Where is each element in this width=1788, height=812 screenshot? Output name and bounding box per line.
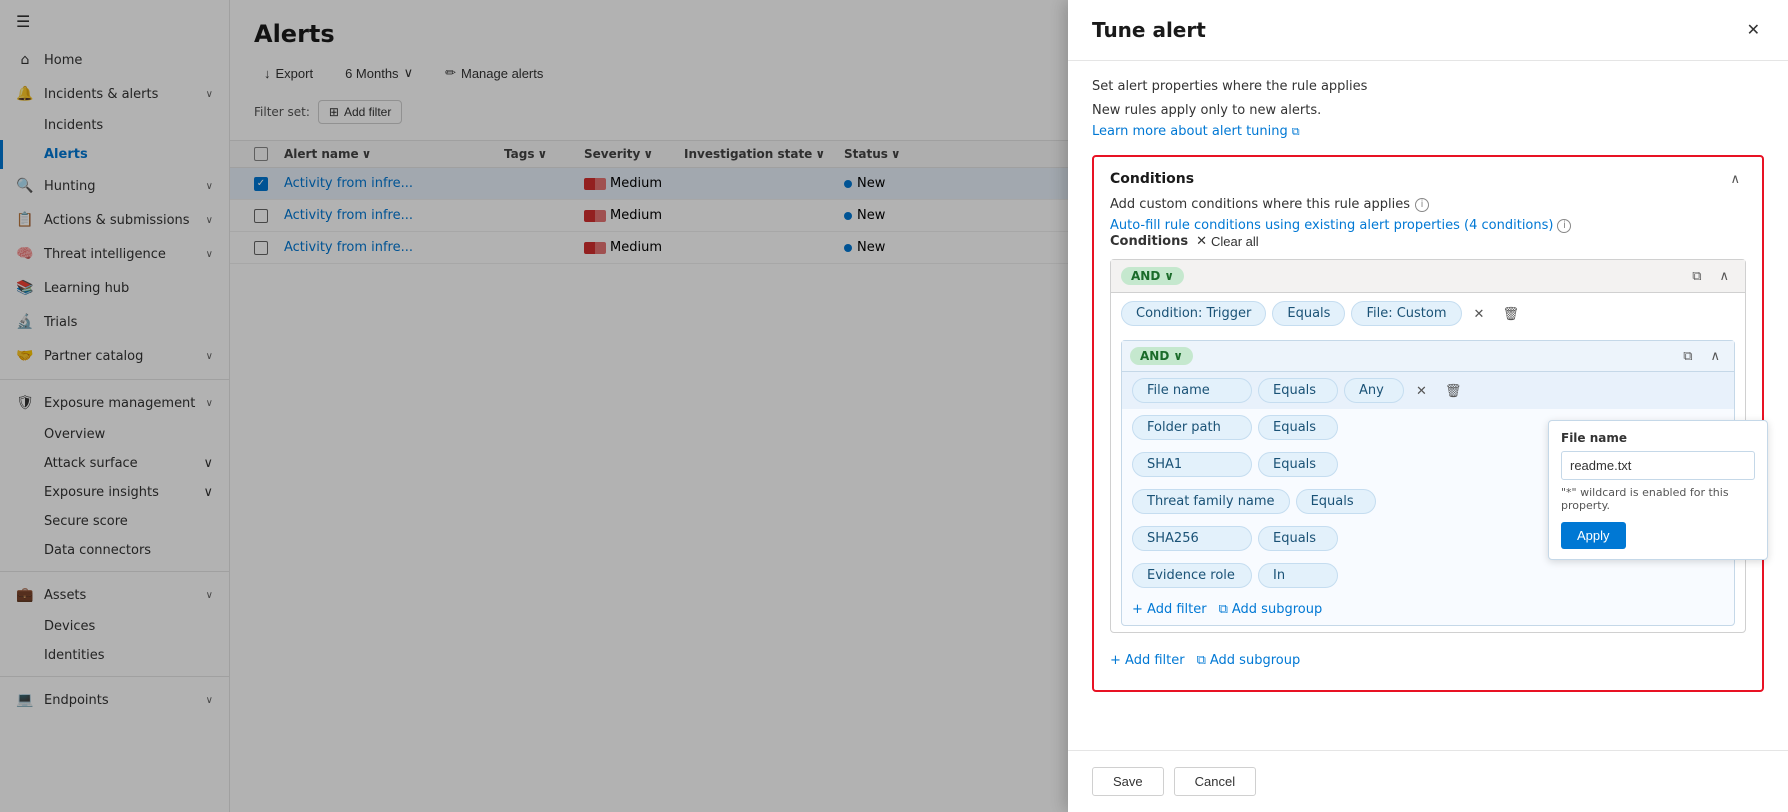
conditions-title: Conditions ∧ bbox=[1110, 169, 1746, 189]
field-chip-folderpath[interactable]: Folder path bbox=[1132, 415, 1252, 440]
copy-button[interactable]: ⧉ bbox=[1686, 266, 1707, 286]
inner-and-header: AND ∨ ⧉ ∧ bbox=[1122, 341, 1734, 372]
delete-filter-button[interactable]: 🗑 bbox=[1439, 381, 1468, 401]
add-subgroup-link[interactable]: ⧉ Add subgroup bbox=[1219, 602, 1323, 617]
panel-title: Tune alert bbox=[1092, 18, 1206, 42]
outer-and-group-header: AND ∨ ⧉ ∧ bbox=[1111, 260, 1745, 293]
panel-footer: Save Cancel bbox=[1068, 750, 1788, 812]
apply-button[interactable]: Apply bbox=[1561, 522, 1626, 549]
clear-all-button[interactable]: ✕ Clear all bbox=[1196, 233, 1259, 249]
field-chip-evidencerole[interactable]: Evidence role bbox=[1132, 563, 1252, 588]
panel-body: Set alert properties where the rule appl… bbox=[1068, 61, 1788, 750]
remove-filter-button[interactable]: ✕ bbox=[1410, 381, 1433, 401]
outer-add-filter-row: + Add filter ⧉ Add subgroup bbox=[1110, 643, 1746, 678]
copy-inner-button[interactable]: ⧉ bbox=[1677, 346, 1698, 366]
operator-chip[interactable]: In bbox=[1258, 563, 1338, 588]
panel-desc-line1: Set alert properties where the rule appl… bbox=[1092, 77, 1764, 97]
popup-hint: "*" wildcard is enabled for this propert… bbox=[1561, 486, 1755, 512]
operator-chip[interactable]: Equals bbox=[1258, 378, 1338, 403]
field-chip-filename[interactable]: File name bbox=[1132, 378, 1252, 403]
conditions-label: Conditions bbox=[1110, 234, 1188, 249]
popup-label: File name bbox=[1561, 431, 1755, 445]
close-icon: ✕ bbox=[1196, 233, 1207, 249]
field-chip-threatfamily[interactable]: Threat family name bbox=[1132, 489, 1290, 514]
close-button[interactable]: ✕ bbox=[1743, 16, 1764, 44]
filter-row-evidencerole[interactable]: Evidence role In bbox=[1122, 557, 1734, 594]
header-actions: ⧉ ∧ bbox=[1686, 266, 1735, 286]
operator-chip[interactable]: Equals bbox=[1258, 415, 1338, 440]
delete-row-button[interactable]: 🗑 bbox=[1496, 304, 1525, 324]
condition-trigger-chip[interactable]: Condition: Trigger bbox=[1121, 301, 1266, 326]
inner-header-actions: ⧉ ∧ bbox=[1677, 346, 1726, 366]
file-custom-chip[interactable]: File: Custom bbox=[1351, 301, 1461, 326]
inner-add-filter-row: + Add filter ⧉ Add subgroup bbox=[1122, 594, 1734, 625]
panel-desc-line2: New rules apply only to new alerts. bbox=[1092, 101, 1764, 121]
chevron-down-icon: ∨ bbox=[1173, 349, 1183, 363]
close-icon: ✕ bbox=[1747, 22, 1760, 39]
outer-add-subgroup-link[interactable]: ⧉ Add subgroup bbox=[1197, 653, 1301, 668]
chevron-down-icon: ∨ bbox=[1164, 269, 1174, 283]
info-icon: i bbox=[1415, 198, 1429, 212]
expand-inner-button[interactable]: ∧ bbox=[1704, 346, 1726, 366]
filter-row-filename[interactable]: File name Equals Any ✕ 🗑 bbox=[1122, 372, 1734, 409]
equals-chip[interactable]: Equals bbox=[1272, 301, 1345, 326]
operator-chip[interactable]: Equals bbox=[1258, 452, 1338, 477]
outer-add-filter-link[interactable]: + Add filter bbox=[1110, 653, 1185, 668]
conditions-desc: Add custom conditions where this rule ap… bbox=[1110, 197, 1746, 212]
save-button[interactable]: Save bbox=[1092, 767, 1164, 796]
conditions-header-row: Conditions ✕ Clear all bbox=[1110, 233, 1746, 249]
subgroup-icon: ⧉ bbox=[1219, 602, 1228, 617]
inner-and-badge[interactable]: AND ∨ bbox=[1130, 347, 1193, 365]
field-chip-sha256[interactable]: SHA256 bbox=[1132, 526, 1252, 551]
filename-input[interactable] bbox=[1561, 451, 1755, 480]
remove-condition-button[interactable]: ✕ bbox=[1468, 304, 1491, 324]
value-chip[interactable]: Any bbox=[1344, 378, 1404, 403]
external-link-icon: ⧉ bbox=[1292, 125, 1300, 139]
conditions-collapse-button[interactable]: ∧ bbox=[1724, 169, 1746, 189]
outer-and-row: Condition: Trigger Equals File: Custom ✕… bbox=[1111, 293, 1745, 334]
and-badge[interactable]: AND ∨ bbox=[1121, 267, 1184, 285]
info-icon: i bbox=[1557, 219, 1571, 233]
filename-popup: File name "*" wildcard is enabled for th… bbox=[1548, 420, 1768, 560]
side-panel-overlay: Tune alert ✕ Set alert properties where … bbox=[0, 0, 1788, 812]
operator-chip[interactable]: Equals bbox=[1258, 526, 1338, 551]
operator-chip[interactable]: Equals bbox=[1296, 489, 1376, 514]
learn-more-link[interactable]: Learn more about alert tuning ⧉ bbox=[1092, 124, 1764, 139]
autofill-link[interactable]: Auto-fill rule conditions using existing… bbox=[1110, 218, 1746, 233]
add-filter-link[interactable]: + Add filter bbox=[1132, 602, 1207, 617]
expand-button[interactable]: ∧ bbox=[1713, 266, 1735, 286]
chevron-up-icon: ∧ bbox=[1730, 171, 1740, 186]
panel-header: Tune alert ✕ bbox=[1068, 0, 1788, 61]
side-panel: Tune alert ✕ Set alert properties where … bbox=[1068, 0, 1788, 812]
cancel-button[interactable]: Cancel bbox=[1174, 767, 1256, 796]
field-chip-sha1[interactable]: SHA1 bbox=[1132, 452, 1252, 477]
subgroup-icon: ⧉ bbox=[1197, 653, 1206, 668]
